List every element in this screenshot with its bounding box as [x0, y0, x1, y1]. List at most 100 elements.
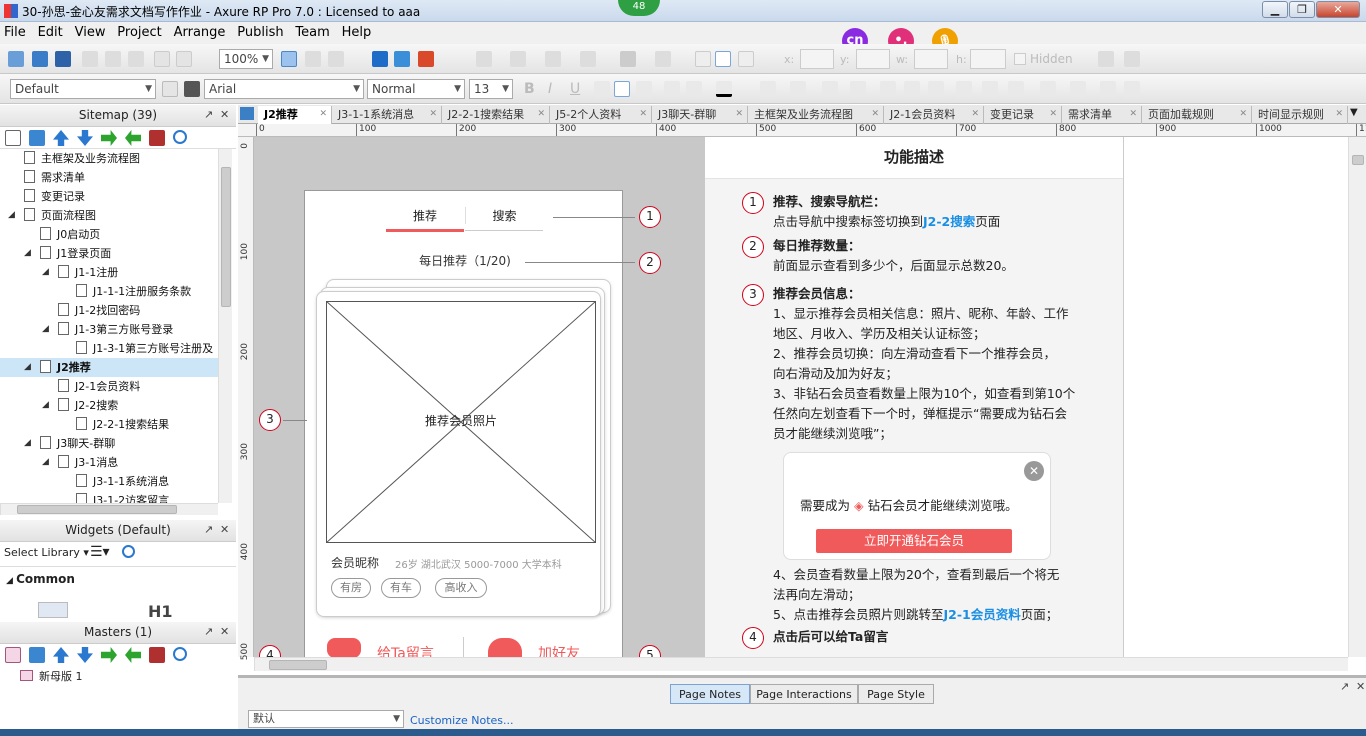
unlock-icon[interactable] — [1124, 51, 1140, 67]
tab-close-icon[interactable]: ✕ — [871, 106, 879, 123]
message-icon[interactable] — [327, 638, 361, 657]
sitemap-item[interactable]: 变更记录 — [0, 187, 218, 206]
bold-button[interactable]: B — [524, 81, 535, 97]
page-tab[interactable]: J3聊天-群聊 ✕ — [652, 106, 748, 124]
notes-set-select[interactable]: 默认 ▼ — [248, 710, 404, 728]
maximize-button[interactable]: ❐ — [1289, 1, 1315, 18]
menu-arrange[interactable]: Arrange — [170, 22, 230, 40]
align-top-icon[interactable] — [695, 51, 711, 67]
h-field[interactable] — [970, 49, 1006, 69]
close-button[interactable]: ✕ — [1316, 1, 1360, 18]
new-file-icon[interactable] — [8, 51, 24, 67]
paste-icon[interactable] — [128, 51, 144, 67]
customize-notes-link[interactable]: Customize Notes... — [410, 714, 514, 727]
sitemap-item[interactable]: J1-2找回密码 — [0, 301, 218, 320]
heading1-widget[interactable]: H1 — [148, 602, 173, 621]
align-bottom-icon[interactable] — [738, 51, 754, 67]
connector-icon[interactable] — [328, 51, 344, 67]
copy-icon[interactable] — [105, 51, 121, 67]
tabs-menu-icon[interactable]: ▼ — [1350, 107, 1358, 118]
x-field[interactable] — [800, 49, 834, 69]
page-tab[interactable]: J2-2-1搜索结果 ✕ — [442, 106, 550, 124]
sitemap-item[interactable]: ◢ 页面流程图 — [0, 206, 218, 225]
move-down-icon[interactable] — [77, 130, 93, 146]
mock-message-button[interactable]: 给Ta留言 — [377, 643, 434, 657]
sitemap-item[interactable]: ◢ J1登录页面 — [0, 244, 218, 263]
master-indent-icon[interactable] — [101, 647, 117, 663]
tab-close-icon[interactable]: ✕ — [735, 106, 743, 123]
tab-page-interactions[interactable]: Page Interactions — [750, 684, 858, 704]
search-icon[interactable] — [173, 130, 187, 144]
image-widget-icon[interactable] — [38, 602, 68, 618]
sitemap-item[interactable]: ◢ J2-2搜索 — [0, 396, 218, 415]
font-select[interactable]: Arial ▼ — [204, 79, 364, 99]
widgets-group-common[interactable]: ◢ Common — [6, 572, 75, 586]
publish-icon[interactable] — [418, 51, 434, 67]
arrow-style-icon[interactable] — [580, 51, 596, 67]
popup-close-icon[interactable]: ✕ — [1024, 461, 1044, 481]
tab-page-style[interactable]: Page Style — [858, 684, 934, 704]
w-field[interactable] — [914, 49, 948, 69]
sitemap-scrollbar[interactable] — [218, 149, 232, 503]
align-left-icon[interactable] — [594, 81, 610, 97]
page-tab[interactable]: 变更记录 ✕ — [984, 106, 1062, 124]
sitemap-item[interactable]: J3-1-2访客留言 — [0, 491, 218, 503]
arrange-front-icon[interactable] — [760, 81, 776, 97]
sitemap-scroll-thumb[interactable] — [221, 167, 231, 307]
widgets-popout-icon[interactable]: ↗ — [204, 523, 213, 536]
page-tab[interactable]: J5-2个人资料 ✕ — [550, 106, 652, 124]
page-tab[interactable]: J2-1会员资料 ✕ — [884, 106, 984, 124]
sitemap-item[interactable]: J2-1会员资料 — [0, 377, 218, 396]
popup-open-diamond-button[interactable]: 立即开通钻石会员 — [816, 529, 1012, 553]
redo-icon[interactable] — [176, 51, 192, 67]
expand-toggle-icon[interactable]: ◢ — [8, 206, 15, 225]
menu-edit[interactable]: Edit — [34, 22, 67, 40]
y-field[interactable] — [856, 49, 890, 69]
menu-file[interactable]: File — [0, 22, 30, 40]
sitemap-item[interactable]: ◢ J1-1注册 — [0, 263, 218, 282]
delete-page-icon[interactable] — [149, 130, 165, 146]
master-up-icon[interactable] — [53, 647, 69, 663]
sitemap-item[interactable]: ◢ J1-3第三方账号登录 — [0, 320, 218, 339]
font-size-select[interactable]: 13 ▼ — [469, 79, 513, 99]
add-master-icon[interactable] — [5, 647, 21, 663]
mock-tab-search[interactable]: 搜索 — [465, 207, 543, 224]
expand-toggle-icon[interactable]: ◢ — [24, 358, 31, 377]
align-middle-icon[interactable] — [715, 51, 731, 67]
align-objects-top-icon[interactable] — [956, 81, 972, 97]
ungroup-icon[interactable] — [850, 81, 866, 97]
open-file-icon[interactable] — [32, 51, 48, 67]
marker-2[interactable]: 2 — [639, 252, 661, 274]
master-item[interactable]: 新母版 1 — [20, 668, 83, 684]
page-tab[interactable]: J2推荐 ✕ — [258, 106, 332, 124]
mock-tab-recommend[interactable]: 推荐 — [386, 207, 464, 224]
distribute-v-icon[interactable] — [1070, 81, 1086, 97]
library-menu-icon[interactable]: ☰▾ — [90, 544, 110, 560]
tab-close-icon[interactable]: ✕ — [639, 106, 647, 123]
tab-page-notes[interactable]: Page Notes — [670, 684, 750, 704]
sitemap-item[interactable]: ◢ J3-1消息 — [0, 453, 218, 472]
underline-button[interactable]: U — [570, 81, 580, 97]
lock-icon[interactable] — [1098, 51, 1114, 67]
font-weight-select[interactable]: Normal ▼ — [367, 79, 465, 99]
link-icon[interactable] — [686, 81, 702, 97]
menu-publish[interactable]: Publish — [233, 22, 287, 40]
master-down-icon[interactable] — [77, 647, 93, 663]
align-center-icon[interactable] — [614, 81, 630, 97]
page-tab[interactable]: J3-1-1系统消息 ✕ — [332, 106, 442, 124]
sitemap-item[interactable]: J2-2-1搜索结果 — [0, 415, 218, 434]
cut-icon[interactable] — [82, 51, 98, 67]
menu-project[interactable]: Project — [113, 22, 165, 40]
intersect-select-icon[interactable] — [305, 51, 321, 67]
masters-popout-icon[interactable]: ↗ — [204, 625, 213, 638]
masters-close-icon[interactable]: ✕ — [220, 625, 229, 638]
italic-button[interactable]: I — [548, 81, 552, 97]
preview-icon[interactable] — [372, 51, 388, 67]
align-right-icon[interactable] — [636, 81, 652, 97]
sitemap-close-icon[interactable]: ✕ — [220, 108, 229, 121]
align-objects-middle-icon[interactable] — [982, 81, 998, 97]
canvas-hscrollbar[interactable] — [254, 657, 1348, 671]
lock-position-icon[interactable] — [1100, 81, 1116, 97]
fill-color-icon[interactable] — [620, 51, 636, 67]
master-outdent-icon[interactable] — [125, 647, 141, 663]
